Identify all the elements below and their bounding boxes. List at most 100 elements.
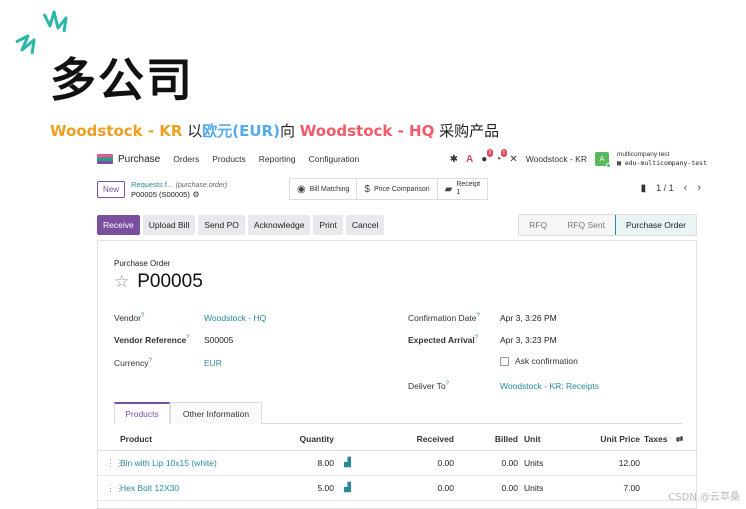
cancel-button[interactable]: Cancel: [345, 215, 385, 235]
expected-arrival-field: Expected Arrival? Apr 3, 3:23 PM: [408, 335, 688, 345]
star-icon[interactable]: ☆: [114, 272, 129, 292]
help-icon[interactable]: ?: [141, 313, 144, 319]
row-unit[interactable]: Units: [524, 458, 543, 468]
breadcrumb-link[interactable]: Requests f...: [131, 180, 173, 189]
tab-other-information[interactable]: Other Information: [170, 402, 262, 424]
row-unit-price[interactable]: 7.00: [623, 483, 640, 493]
subtitle-vendor: Woodstock - HQ: [299, 122, 435, 140]
ask-confirmation-label: Ask confirmation: [515, 356, 578, 366]
vendor-reference-input[interactable]: S00005: [204, 335, 233, 345]
menu-reporting[interactable]: Reporting: [259, 154, 296, 164]
purchase-app-icon[interactable]: [97, 154, 113, 164]
forecast-chart-icon[interactable]: ▟: [344, 457, 351, 468]
row-billed: 0.00: [501, 483, 518, 493]
new-button[interactable]: New: [97, 180, 126, 198]
help-icon[interactable]: ?: [477, 313, 480, 319]
menu-configuration[interactable]: Configuration: [309, 154, 360, 164]
row-received[interactable]: 0.00: [437, 458, 454, 468]
receive-button[interactable]: Receive: [97, 215, 140, 235]
gear-icon[interactable]: ⚙: [192, 190, 199, 199]
user-menu[interactable]: multicompany test ▦ edu-multicompany-tes…: [617, 150, 707, 168]
currency-value[interactable]: EUR: [204, 358, 222, 368]
ask-confirmation-field: Ask confirmation: [500, 356, 700, 367]
user-name: multicompany test: [616, 151, 670, 158]
optional-columns-icon[interactable]: ⇄: [676, 434, 683, 445]
help-icon[interactable]: ?: [446, 381, 449, 387]
activity-badge: 1: [500, 148, 508, 157]
upload-bill-button[interactable]: Upload Bill: [142, 215, 196, 235]
row-quantity[interactable]: 8.00: [317, 458, 334, 468]
attachment-icon[interactable]: ▮: [641, 183, 647, 194]
subtitle-text-1: 以: [182, 122, 203, 140]
column-billed[interactable]: Billed: [495, 434, 518, 444]
avatar[interactable]: A: [594, 152, 611, 168]
column-received[interactable]: Received: [417, 434, 454, 444]
help-icon[interactable]: ?: [186, 335, 189, 341]
tab-products[interactable]: Products: [114, 402, 170, 424]
tab-products-label: Products: [125, 409, 159, 419]
confirmation-date-field: Confirmation Date? Apr 3, 3:26 PM: [408, 313, 688, 323]
bill-matching-button[interactable]: ◉ Bill Matching: [290, 179, 358, 199]
acknowledge-button[interactable]: Acknowledge: [247, 215, 311, 235]
pager-value[interactable]: 1 / 1: [656, 183, 674, 193]
chevron-left-icon[interactable]: ‹: [684, 182, 688, 194]
confirmation-date-value[interactable]: Apr 3, 3:26 PM: [500, 313, 557, 323]
subtitle-currency: 欧元(EUR): [202, 122, 280, 140]
dollar-icon: $: [364, 183, 370, 195]
record-title: ☆ P00005: [114, 271, 203, 293]
company-switcher[interactable]: Woodstock - KR: [526, 154, 587, 164]
online-dot: [605, 163, 611, 168]
pager: ▮ 1 / 1 ‹ ›: [641, 182, 701, 194]
deliver-to-label: Deliver To: [408, 381, 446, 391]
row-received[interactable]: 0.00: [437, 483, 454, 493]
row-unit-price[interactable]: 12.00: [619, 458, 640, 468]
column-unit[interactable]: Unit: [524, 434, 541, 444]
subtitle-text-3: 采购产品: [434, 122, 500, 140]
currency-field: Currency? EUR: [114, 358, 374, 368]
truck-icon: ▰: [444, 183, 453, 195]
vendor-label: Vendor: [114, 313, 141, 323]
row-product[interactable]: Hex Bolt 12X30: [120, 483, 179, 493]
price-comparison-button[interactable]: $ Price Comparison: [357, 179, 438, 199]
table-row[interactable]: ⋮⋮ Hex Bolt 12X30 5.00 ▟ 0.00 0.00 Units…: [98, 476, 698, 501]
deliver-to-value[interactable]: Woodstock - KR: Receipts: [500, 381, 599, 391]
expected-arrival-value[interactable]: Apr 3, 3:23 PM: [500, 335, 557, 345]
stage-rfq[interactable]: RFQ: [519, 215, 558, 235]
menu-orders[interactable]: Orders: [173, 154, 199, 164]
row-quantity[interactable]: 5.00: [317, 483, 334, 493]
watermark: CSDN @云草桑: [668, 492, 740, 503]
column-product[interactable]: Product: [120, 434, 152, 444]
clock-icon[interactable]: ◔ 1: [495, 148, 508, 165]
help-icon[interactable]: ?: [475, 335, 478, 341]
confirmation-date-label: Confirmation Date: [408, 313, 477, 323]
column-quantity[interactable]: Quantity: [300, 434, 334, 444]
expected-arrival-label: Expected Arrival: [408, 335, 475, 345]
banner: 多公司 Woodstock - KR 以欧元(EUR)向 Woodstock -…: [0, 0, 746, 150]
price-comparison-label: Price Comparison: [373, 185, 430, 193]
receipt-button[interactable]: ▰ Receipt 1: [438, 179, 487, 199]
currency-label: Currency: [114, 358, 149, 368]
forecast-chart-icon[interactable]: ▟: [344, 482, 351, 493]
tab-other-information-label: Other Information: [182, 408, 250, 419]
column-taxes[interactable]: Taxes: [644, 434, 667, 444]
stage-purchase-order[interactable]: Purchase Order: [615, 215, 696, 235]
column-unit-price[interactable]: Unit Price: [600, 434, 640, 444]
chat-icon[interactable]: ● 3: [481, 148, 494, 165]
ask-confirmation-checkbox[interactable]: [500, 357, 509, 367]
odoo-app: Purchase Orders Products Reporting Confi…: [97, 145, 709, 509]
app-name[interactable]: Purchase: [118, 154, 160, 165]
help-icon[interactable]: ?: [148, 358, 151, 364]
tools-icon[interactable]: ✕: [509, 154, 517, 165]
bug-icon[interactable]: ✱: [450, 154, 458, 165]
table-row[interactable]: ⋮⋮ Bin with Lip 10x15 (white) 8.00 ▟ 0.0…: [98, 451, 698, 476]
send-po-button[interactable]: Send PO: [198, 215, 245, 235]
chevron-right-icon[interactable]: ›: [697, 182, 701, 194]
ai-icon[interactable]: A: [466, 154, 473, 165]
print-button[interactable]: Print: [313, 215, 343, 235]
menu-products[interactable]: Products: [212, 154, 246, 164]
stage-rfq-sent[interactable]: RFQ Sent: [557, 215, 615, 235]
row-unit[interactable]: Units: [524, 483, 543, 493]
table-header: Product Quantity Received Billed Unit Un…: [98, 427, 698, 451]
vendor-value[interactable]: Woodstock - HQ: [204, 313, 266, 323]
row-product[interactable]: Bin with Lip 10x15 (white): [120, 458, 217, 468]
